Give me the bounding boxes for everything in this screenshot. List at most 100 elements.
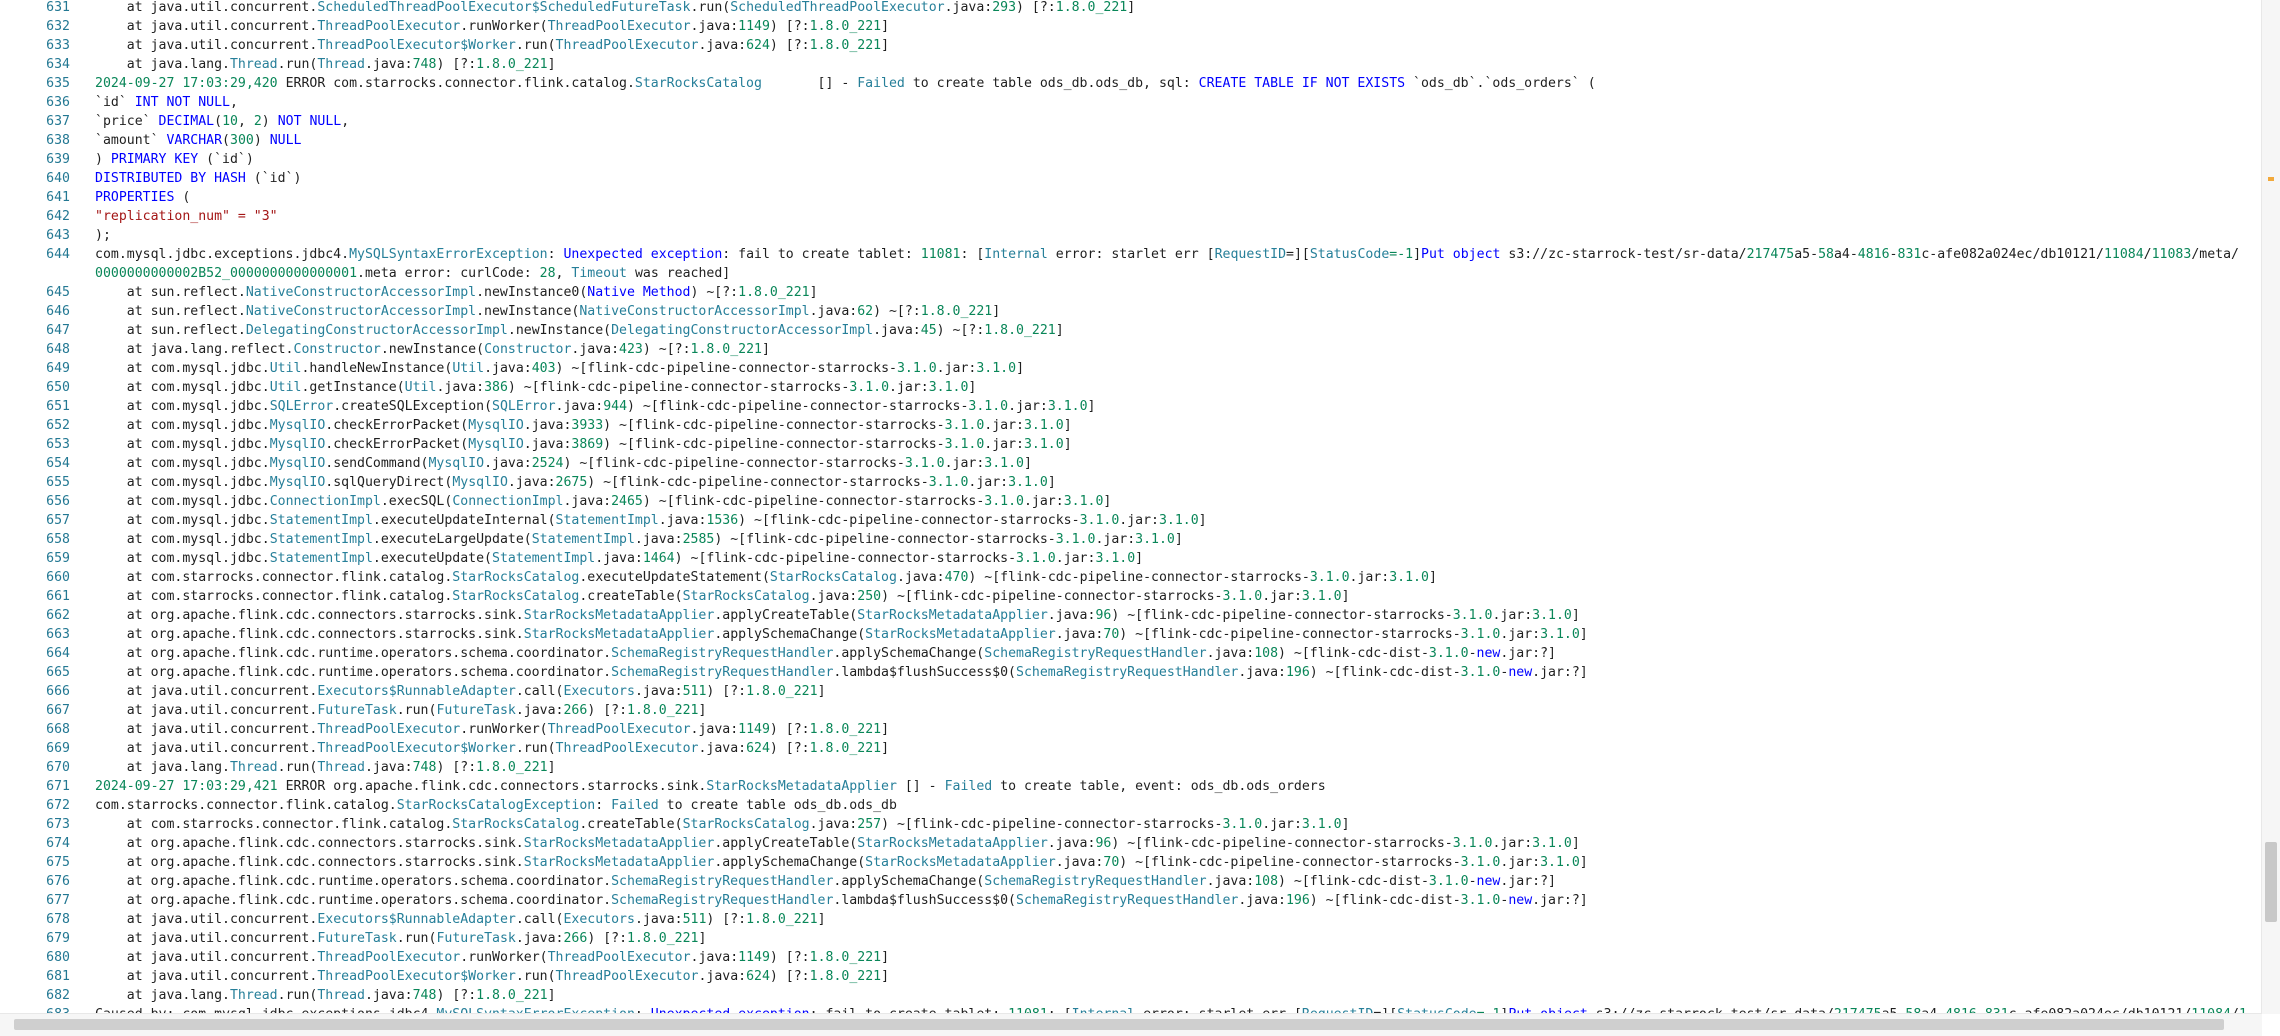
code-line[interactable]: 682 at java.lang.Thread.run(Thread.java:…: [12, 986, 2250, 1005]
code-line[interactable]: 670 at java.lang.Thread.run(Thread.java:…: [12, 758, 2250, 777]
text-token: ]: [992, 304, 1001, 319]
code-line[interactable]: 665 at org.apache.flink.cdc.runtime.oper…: [12, 663, 2250, 682]
number-token: 3.1.0: [1540, 855, 1580, 870]
code-line[interactable]: 677 at org.apache.flink.cdc.runtime.oper…: [12, 891, 2250, 910]
log-editor[interactable]: 631 at java.util.concurrent.ScheduledThr…: [12, 0, 2250, 1014]
number-token: 2585: [682, 532, 715, 547]
code-line[interactable]: 644 com.mysql.jdbc.exceptions.jdbc4.MySQL…: [12, 245, 2250, 283]
number-token: 3.1.0: [1540, 627, 1580, 642]
code-line[interactable]: 653 at com.mysql.jdbc.MysqlIO.checkError…: [12, 435, 2250, 454]
type-token: SchemaRegistryRequestHandler: [611, 893, 834, 908]
code-line[interactable]: 669 at java.util.concurrent.ThreadPoolEx…: [12, 739, 2250, 758]
code-line[interactable]: 675 at org.apache.flink.cdc.connectors.s…: [12, 853, 2250, 872]
type-token: StarRocksCatalog: [682, 589, 810, 604]
code-line[interactable]: 654 at com.mysql.jdbc.MysqlIO.sendComman…: [12, 454, 2250, 473]
code-line[interactable]: 636 `id` INT NOT NULL,: [12, 93, 2250, 112]
number-token: 3.1.0: [1023, 418, 1064, 433]
code-line[interactable]: 631 at java.util.concurrent.ScheduledThr…: [12, 0, 2250, 17]
code-line[interactable]: 646 at sun.reflect.NativeConstructorAcce…: [12, 302, 2250, 321]
code-line[interactable]: 674 at org.apache.flink.cdc.connectors.s…: [12, 834, 2250, 853]
type-token: StatusCode: [1309, 247, 1390, 262]
code-line[interactable]: 637 `price` DECIMAL(10, 2) NOT NULL,: [12, 112, 2250, 131]
code-line[interactable]: 641 PROPERTIES (: [12, 188, 2250, 207]
number-token: 3.1.0: [1532, 608, 1572, 623]
horizontal-scrollbar-thumb[interactable]: [14, 1019, 2224, 1030]
code-line[interactable]: 668 at java.util.concurrent.ThreadPoolEx…: [12, 720, 2250, 739]
text-token: .java:: [690, 722, 739, 737]
code-line[interactable]: 671 2024-09-27 17:03:29,421 ERROR org.apa…: [12, 777, 2250, 796]
text-token: ]: [1413, 247, 1422, 262]
code-line[interactable]: 638 `amount` VARCHAR(300) NULL: [12, 131, 2250, 150]
text-token: at com.mysql.jdbc.: [95, 399, 270, 414]
number-token: 1.8.0_221: [920, 304, 993, 319]
text-token: ]: [881, 19, 890, 34]
code-line[interactable]: 652 at com.mysql.jdbc.MysqlIO.checkError…: [12, 416, 2250, 435]
number-token: 511: [682, 684, 707, 699]
code-line[interactable]: 635 2024-09-27 17:03:29,420 ERROR com.sta…: [12, 74, 2250, 93]
text-token: at org.apache.flink.cdc.runtime.operator…: [95, 665, 612, 680]
code-line[interactable]: 651 at com.mysql.jdbc.SQLError.createSQL…: [12, 397, 2250, 416]
code-line[interactable]: 642 "replication_num" = "3": [12, 207, 2250, 226]
code-line[interactable]: 647 at sun.reflect.DelegatingConstructor…: [12, 321, 2250, 340]
type-token: StarRocksCatalog: [452, 589, 580, 604]
code-line[interactable]: 650 at com.mysql.jdbc.Util.getInstance(U…: [12, 378, 2250, 397]
line-text: at com.mysql.jdbc.MysqlIO.sendCommand(My…: [95, 454, 2250, 473]
code-line[interactable]: 667 at java.util.concurrent.FutureTask.r…: [12, 701, 2250, 720]
text-token: (`id`): [198, 152, 254, 167]
text-token: .createSQLException(: [333, 399, 493, 414]
code-line[interactable]: 672 com.starrocks.connector.flink.catalog…: [12, 796, 2250, 815]
code-line[interactable]: 658 at com.mysql.jdbc.StatementImpl.exec…: [12, 530, 2250, 549]
text-token: .jar:: [968, 475, 1009, 490]
code-line[interactable]: 640 DISTRIBUTED BY HASH (`id`): [12, 169, 2250, 188]
code-line[interactable]: 633 at java.util.concurrent.ThreadPoolEx…: [12, 36, 2250, 55]
code-line[interactable]: 639) PRIMARY KEY (`id`): [12, 150, 2250, 169]
vertical-scrollbar[interactable]: [2261, 0, 2280, 1014]
code-line[interactable]: 673 at com.starrocks.connector.flink.cat…: [12, 815, 2250, 834]
line-text: at com.mysql.jdbc.StatementImpl.executeU…: [95, 549, 2250, 568]
text-token: .jar:: [1500, 855, 1541, 870]
code-line[interactable]: 656 at com.mysql.jdbc.ConnectionImpl.exe…: [12, 492, 2250, 511]
line-number: 636: [46, 95, 70, 110]
text-token: at java.util.concurrent.: [95, 950, 318, 965]
code-line[interactable]: 632 at java.util.concurrent.ThreadPoolEx…: [12, 17, 2250, 36]
code-line[interactable]: 661 at com.starrocks.connector.flink.cat…: [12, 587, 2250, 606]
text-token: .applySchemaChange(: [833, 874, 985, 889]
code-line[interactable]: 681 at java.util.concurrent.ThreadPoolEx…: [12, 967, 2250, 986]
text-token: .java:: [555, 399, 604, 414]
text-token: at sun.reflect.: [95, 323, 246, 338]
text-token: ) ~[flink-cdc-pipeline-connector-starroc…: [627, 399, 969, 414]
code-line[interactable]: 659 at com.mysql.jdbc.StatementImpl.exec…: [12, 549, 2250, 568]
code-line[interactable]: 634 at java.lang.Thread.run(Thread.java:…: [12, 55, 2250, 74]
text-token: -: [1468, 646, 1477, 661]
text-token: .jar:?]: [1532, 893, 1588, 908]
code-line[interactable]: 663 at org.apache.flink.cdc.connectors.s…: [12, 625, 2250, 644]
code-line[interactable]: 680 at java.util.concurrent.ThreadPoolEx…: [12, 948, 2250, 967]
code-line[interactable]: 657 at com.mysql.jdbc.StatementImpl.exec…: [12, 511, 2250, 530]
code-line[interactable]: 679 at java.util.concurrent.FutureTask.r…: [12, 929, 2250, 948]
line-number: 661: [46, 589, 70, 604]
code-line[interactable]: 678 at java.util.concurrent.Executors$Ru…: [12, 910, 2250, 929]
type-token: ThreadPoolExecutor: [317, 950, 461, 965]
text-token: .createTable(: [579, 817, 683, 832]
text-token: .runWorker(: [460, 19, 548, 34]
code-line[interactable]: 655 at com.mysql.jdbc.MysqlIO.sqlQueryDi…: [12, 473, 2250, 492]
vertical-scrollbar-thumb[interactable]: [2265, 842, 2277, 922]
line-number: 664: [46, 646, 70, 661]
text-token: ]: [1341, 817, 1350, 832]
horizontal-scrollbar[interactable]: [0, 1013, 2262, 1036]
code-line[interactable]: 648 at java.lang.reflect.Constructor.new…: [12, 340, 2250, 359]
code-line[interactable]: 649 at com.mysql.jdbc.Util.handleNewInst…: [12, 359, 2250, 378]
code-line[interactable]: 660 at com.starrocks.connector.flink.cat…: [12, 568, 2250, 587]
code-line[interactable]: 666 at java.util.concurrent.Executors$Ru…: [12, 682, 2250, 701]
type-token: StarRocksCatalogException: [396, 798, 596, 813]
code-line[interactable]: 676 at org.apache.flink.cdc.runtime.oper…: [12, 872, 2250, 891]
text-token: ]: [1047, 475, 1056, 490]
line-text: ) PRIMARY KEY (`id`): [95, 150, 2250, 169]
text-token: error: starlet err [: [1047, 247, 1215, 262]
code-line[interactable]: 645 at sun.reflect.NativeConstructorAcce…: [12, 283, 2250, 302]
number-token: 1.8.0_221: [984, 323, 1056, 338]
code-line[interactable]: 664 at org.apache.flink.cdc.runtime.oper…: [12, 644, 2250, 663]
code-line[interactable]: 662 at org.apache.flink.cdc.connectors.s…: [12, 606, 2250, 625]
type-token: StarRocksMetadataApplier: [857, 608, 1048, 623]
code-line[interactable]: 643);: [12, 226, 2250, 245]
